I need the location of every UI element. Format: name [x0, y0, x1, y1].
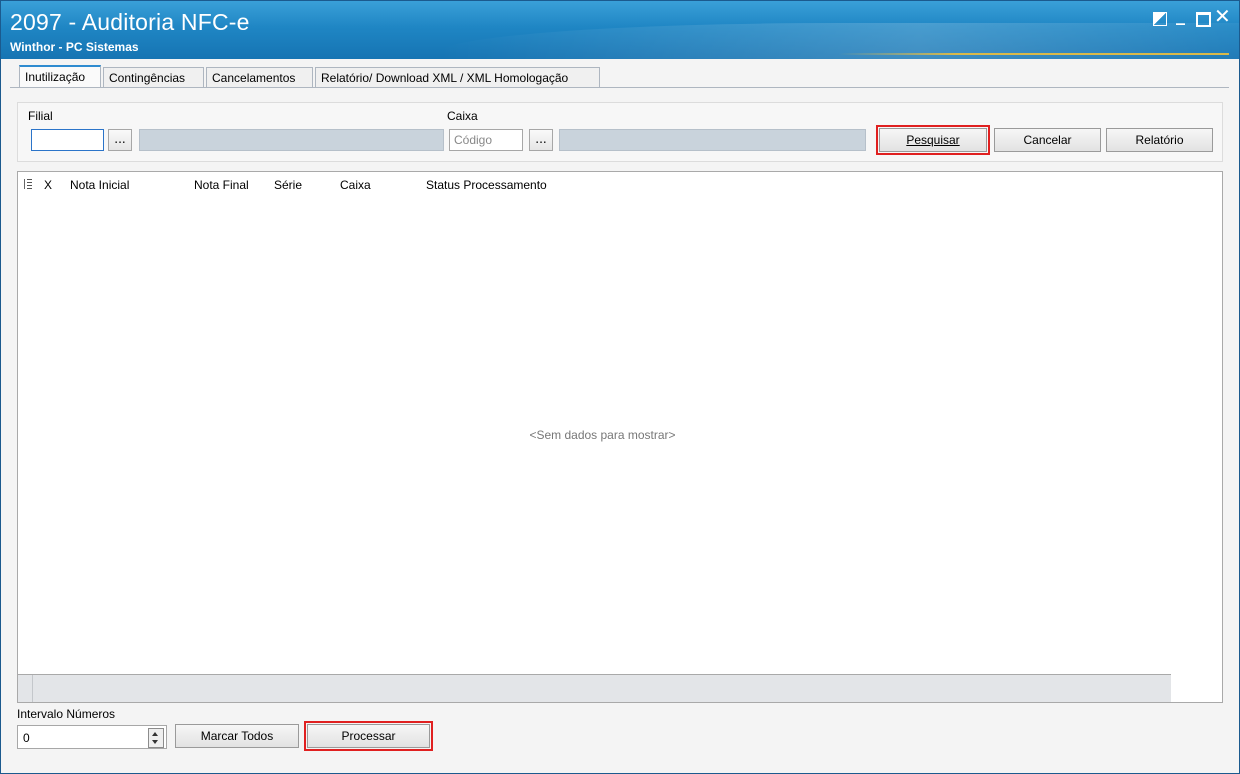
- relatorio-button[interactable]: Relatório: [1106, 128, 1213, 152]
- tab-contingencias[interactable]: Contingências: [103, 67, 204, 87]
- title-bar-accent-line: [839, 53, 1229, 55]
- restore-icon[interactable]: [1153, 12, 1167, 26]
- cancelar-button[interactable]: Cancelar: [994, 128, 1101, 152]
- caixa-label: Caixa: [447, 109, 478, 123]
- pesquisar-label: Pesquisar: [906, 133, 960, 147]
- maximize-icon[interactable]: [1196, 12, 1211, 27]
- minimize-icon[interactable]: _: [1176, 7, 1185, 25]
- intervalo-numeros-label: Intervalo Números: [17, 707, 116, 721]
- column-header-nota-final[interactable]: Nota Final: [194, 178, 249, 192]
- filial-description-field: [139, 129, 444, 151]
- filial-lookup-button[interactable]: ...: [108, 129, 132, 151]
- grid-footer-bar: [18, 674, 1171, 702]
- filial-label: Filial: [28, 109, 53, 123]
- intervalo-numeros-spinner[interactable]: 0: [17, 725, 167, 749]
- spinner-arrows-icon[interactable]: [148, 728, 164, 748]
- column-header-caixa[interactable]: Caixa: [340, 178, 371, 192]
- tab-inutilizacao[interactable]: Inutilização: [19, 65, 101, 88]
- intervalo-numeros-value: 0: [23, 731, 30, 745]
- tab-relatorio-download-xml[interactable]: Relatório/ Download XML / XML Homologaçã…: [315, 67, 600, 87]
- column-header-serie[interactable]: Série: [274, 178, 302, 192]
- results-grid[interactable]: X Nota Inicial Nota Final Série Caixa St…: [17, 171, 1223, 703]
- caixa-lookup-button[interactable]: ...: [529, 129, 553, 151]
- column-header-x[interactable]: X: [44, 178, 52, 192]
- filter-panel: Filial ... Caixa Código ... Pesquisar Ca…: [17, 102, 1223, 162]
- window-title: 2097 - Auditoria NFC-e: [10, 9, 250, 35]
- spin-down-icon[interactable]: [152, 740, 158, 744]
- column-header-status-processamento[interactable]: Status Processamento: [426, 178, 547, 192]
- tab-cancelamentos[interactable]: Cancelamentos: [206, 67, 313, 87]
- empty-grid-message: <Sem dados para mostrar>: [529, 428, 676, 442]
- app-window: 2097 - Auditoria NFC-e Winthor - PC Sist…: [0, 0, 1240, 774]
- processar-button[interactable]: Processar: [304, 721, 433, 751]
- pesquisar-button[interactable]: Pesquisar: [876, 125, 990, 155]
- close-icon[interactable]: ✕: [1214, 6, 1231, 26]
- filial-input[interactable]: [31, 129, 104, 151]
- column-header-nota-inicial[interactable]: Nota Inicial: [70, 178, 129, 192]
- window-subtitle: Winthor - PC Sistemas: [10, 40, 139, 54]
- tab-divider: [10, 87, 1229, 88]
- grid-footer-indicator: [18, 675, 33, 702]
- title-bar[interactable]: 2097 - Auditoria NFC-e Winthor - PC Sist…: [1, 1, 1239, 59]
- column-chooser-icon[interactable]: [24, 179, 32, 189]
- caixa-code-input[interactable]: Código: [449, 129, 523, 151]
- caixa-description-field: [559, 129, 866, 151]
- spin-up-icon[interactable]: [152, 732, 158, 736]
- marcar-todos-button[interactable]: Marcar Todos: [175, 724, 299, 748]
